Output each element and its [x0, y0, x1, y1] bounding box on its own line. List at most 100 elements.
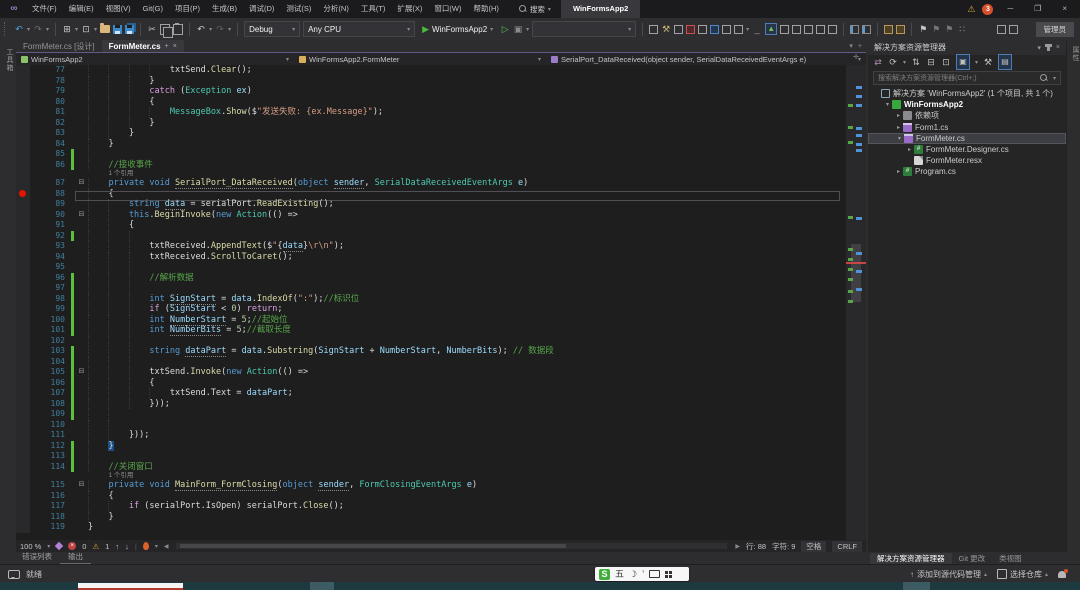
configuration-dropdown[interactable]: Debug▾	[244, 21, 300, 37]
tree-item[interactable]: FormMeter.resx	[868, 155, 1066, 166]
soft-keyboard-icon[interactable]	[649, 570, 660, 578]
breakpoint-margin[interactable]	[16, 304, 30, 315]
outlining-margin[interactable]	[75, 139, 88, 150]
start-debugging-button[interactable]: ▶WinFormsApp2▾	[418, 24, 497, 35]
outlining-margin[interactable]	[75, 252, 88, 263]
prev-bookmark-icon[interactable]: ⚑	[931, 23, 941, 35]
start-without-debugging-icon[interactable]: ▷	[500, 23, 510, 35]
code-line[interactable]: 79catch (Exception ex)	[16, 86, 846, 97]
code-line[interactable]: 111}));	[16, 430, 846, 441]
breadcrumb-type[interactable]: WinFormsApp2.FormMeter ▾	[294, 53, 546, 65]
breakpoint-margin[interactable]	[16, 76, 30, 87]
punctuation-icon[interactable]: ’	[642, 567, 644, 581]
menu-item[interactable]: Git(G)	[137, 0, 169, 18]
breakpoint-margin[interactable]	[16, 325, 30, 336]
outlining-margin[interactable]	[75, 65, 88, 76]
breakpoint-margin[interactable]	[16, 220, 30, 231]
menu-item[interactable]: 项目(P)	[169, 0, 206, 18]
error-count[interactable]: 0	[82, 542, 86, 551]
notification-badge[interactable]: 3	[982, 4, 993, 15]
breakpoint-margin[interactable]	[16, 170, 30, 178]
nav-back-icon[interactable]: ↶	[14, 23, 24, 35]
code-line[interactable]: 91{	[16, 220, 846, 231]
close-button[interactable]: ×	[1055, 0, 1074, 18]
add-to-source-control-button[interactable]: ↑ 添加到源代码管理 ▴	[910, 569, 987, 580]
next-issue-icon[interactable]: ↓	[125, 542, 129, 551]
breadcrumb-project[interactable]: WinFormsApp2 ▾	[16, 53, 294, 65]
text-transform-icon[interactable]	[816, 25, 825, 34]
outlining-margin[interactable]	[75, 399, 88, 410]
code-line[interactable]: 107txtSend.Text = dataPart;	[16, 388, 846, 399]
breakpoint-margin[interactable]	[16, 388, 30, 399]
code-line[interactable]: 102	[16, 336, 846, 347]
menu-item[interactable]: 帮助(H)	[468, 0, 505, 18]
code-line[interactable]: 92	[16, 231, 846, 242]
menu-item[interactable]: 生成(B)	[206, 0, 243, 18]
bottom-tab[interactable]: 错误列表	[14, 551, 60, 565]
code-line[interactable]: 82}	[16, 118, 846, 129]
codelens-row[interactable]: 1 个引用	[16, 472, 846, 480]
breakpoint-margin[interactable]	[16, 336, 30, 347]
outlining-margin[interactable]	[75, 491, 88, 502]
outlining-margin[interactable]	[75, 388, 88, 399]
chevron-expanded-icon[interactable]: ▾	[895, 135, 904, 142]
split-window-icon[interactable]: +	[858, 43, 862, 50]
preview-code-icon[interactable]: ▤	[998, 54, 1012, 70]
toolbox-icon[interactable]	[686, 25, 695, 34]
outlining-margin[interactable]	[75, 241, 88, 252]
chevron-down-icon[interactable]: ▾	[46, 26, 49, 33]
document-tab[interactable]: FormMeter.cs+×	[102, 40, 184, 52]
breakpoint-margin[interactable]	[16, 86, 30, 97]
sogou-logo-icon[interactable]: S	[599, 569, 610, 580]
maximize-button[interactable]: ❐	[1027, 0, 1048, 18]
ime-toolbox-icon[interactable]	[665, 571, 672, 578]
sogou-ime-bar[interactable]: S 五 ☽ ’	[595, 567, 689, 581]
code-line[interactable]: 97	[16, 283, 846, 294]
outlining-margin[interactable]	[75, 262, 88, 273]
chevron-down-icon[interactable]: ▾	[746, 26, 749, 33]
scroll-left-icon[interactable]: ◀	[164, 543, 169, 550]
code-line[interactable]: 90⊟this.BeginInvoke(new Action(() =>	[16, 210, 846, 221]
outlining-margin[interactable]	[75, 441, 88, 452]
breakpoint-margin[interactable]	[16, 118, 30, 129]
outlining-margin[interactable]	[75, 325, 88, 336]
splitter-grip-icon[interactable]: ✛	[846, 53, 866, 63]
outlining-margin[interactable]	[75, 231, 88, 242]
doc-export-icon[interactable]	[674, 25, 683, 34]
breakpoint-icon[interactable]	[19, 190, 26, 197]
chevron-down-icon[interactable]: ▾	[75, 26, 78, 33]
chevron-collapsed-icon[interactable]: ▸	[905, 146, 914, 153]
outlining-margin[interactable]: ⊟	[75, 210, 88, 221]
code-line[interactable]: 103string dataPart = data.Substring(Sign…	[16, 346, 846, 357]
close-icon[interactable]: ×	[1056, 44, 1060, 51]
pin-icon[interactable]	[1047, 44, 1050, 51]
breakpoint-margin[interactable]	[16, 189, 30, 200]
scope-icon[interactable]: ⊡	[941, 56, 951, 68]
tree-item[interactable]: 解决方案 'WinFormsApp2' (1 个项目, 共 1 个)	[868, 88, 1066, 99]
bottom-tab[interactable]: 输出	[60, 551, 91, 565]
breakpoint-margin[interactable]	[16, 357, 30, 368]
code-line[interactable]: 94txtReceived.ScrollToCaret();	[16, 252, 846, 263]
code-line[interactable]: 93txtReceived.AppendText($"{data}\r\n");	[16, 241, 846, 252]
outlining-margin[interactable]	[75, 118, 88, 129]
toolbar-grip[interactable]	[4, 22, 9, 36]
breakpoint-margin[interactable]	[16, 512, 30, 523]
highlight-alt-icon[interactable]	[896, 25, 905, 34]
menu-item[interactable]: 扩展(X)	[391, 0, 428, 18]
toolbox-collapsed-tab[interactable]: 工具箱	[4, 48, 14, 72]
chevron-down-icon[interactable]: ▾	[975, 59, 978, 66]
breakpoint-margin[interactable]	[16, 491, 30, 502]
codelens-references[interactable]: 1 个引用	[88, 472, 133, 480]
code-line[interactable]: 119}	[16, 522, 846, 533]
zoom-dropdown[interactable]: 100 %	[20, 542, 41, 551]
tree-item[interactable]: ▸#Program.cs	[868, 166, 1066, 177]
solution-search-box[interactable]: 搜索解决方案资源管理器(Ctrl+;) ▾	[873, 71, 1061, 85]
properties-collapsed-tab[interactable]: 属性	[1070, 46, 1080, 62]
tree-item[interactable]: ▾FormMeter.cs	[868, 133, 1066, 144]
outlining-margin[interactable]	[75, 199, 88, 210]
brackets-icon[interactable]	[792, 25, 801, 34]
breakpoint-margin[interactable]	[16, 97, 30, 108]
scroll-right-icon[interactable]: ▶	[735, 543, 740, 550]
codelens-row[interactable]: 1 个引用	[16, 170, 846, 178]
warning-icon[interactable]: ⚠	[967, 4, 975, 15]
